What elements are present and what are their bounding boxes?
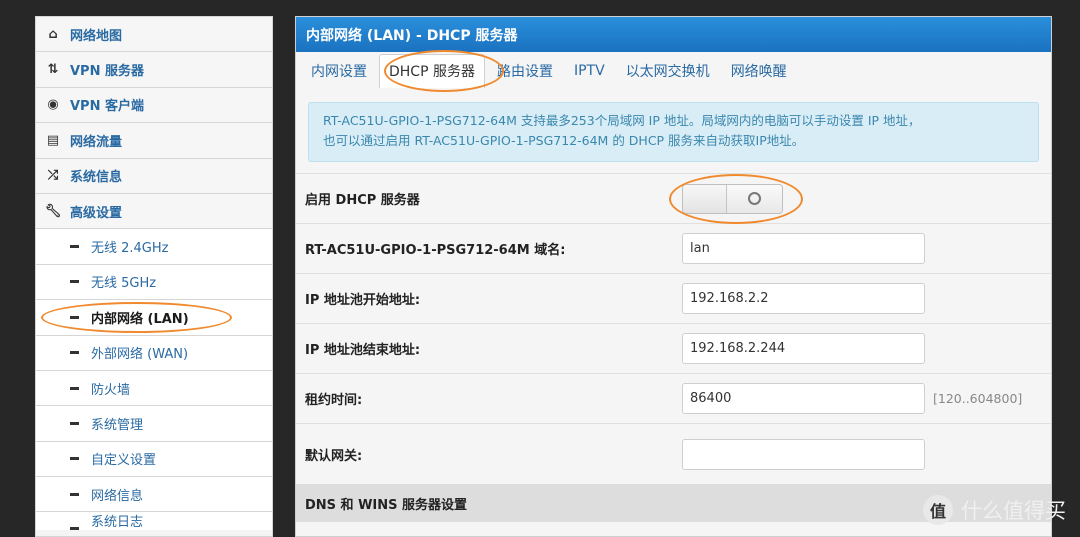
sidebar-sub-label: 无线 2.4GHz xyxy=(91,241,169,257)
sidebar-sub-firewall[interactable]: 防火墙 xyxy=(36,370,272,407)
sidebar-sub-label: 无线 5GHz xyxy=(91,276,157,292)
globe-icon: ◉ xyxy=(47,97,59,113)
sidebar-sub-lan[interactable]: 内部网络 (LAN) xyxy=(36,300,272,336)
sidebar-item-network-map[interactable]: ⌂ 网络地图 xyxy=(36,17,272,53)
pool-end-row: IP 地址池结束地址: xyxy=(296,323,1051,373)
tab-dhcp-server[interactable]: DHCP 服务器 xyxy=(379,53,485,88)
sidebar-sub-custom[interactable]: 自定义设置 xyxy=(36,441,272,478)
sidebar-sub-admin[interactable]: 系统管理 xyxy=(36,406,272,442)
dash-icon xyxy=(36,527,91,531)
sidebar-sub-label: 自定义设置 xyxy=(91,453,157,469)
domain-input[interactable] xyxy=(682,233,925,264)
sidebar-item-label: VPN 客户端 xyxy=(70,99,144,115)
gateway-input[interactable] xyxy=(682,438,925,470)
watermark-text: 什么值得买 xyxy=(961,499,1066,523)
sidebar-item-vpn-server[interactable]: ⇅ VPN 服务器 xyxy=(36,52,272,88)
lease-hint: [120..604800] xyxy=(933,391,1023,406)
pool-start-label: IP 地址池开始地址: xyxy=(305,293,421,308)
sidebar-item-vpn-client[interactable]: ◉ VPN 客户端 xyxy=(36,87,272,124)
dash-icon xyxy=(36,315,91,319)
dash-icon xyxy=(36,386,91,390)
sidebar-item-label: 高级设置 xyxy=(70,205,123,221)
dash-icon xyxy=(36,245,91,249)
shuffle-icon: ⤮ xyxy=(47,168,59,184)
pool-end-input[interactable] xyxy=(682,333,925,364)
storage-icon: ▤ xyxy=(46,132,60,148)
sidebar-sub-syslog[interactable]: 系统日志 xyxy=(36,512,272,531)
dhcp-enable-toggle[interactable] xyxy=(682,183,783,214)
sidebar-sub-label: 网络信息 xyxy=(91,488,144,504)
circle-icon xyxy=(748,192,761,205)
lease-row: 租约时间: [120..604800] xyxy=(296,373,1051,423)
sidebar-sub-netinfo[interactable]: 网络信息 xyxy=(36,477,272,513)
home-icon: ⌂ xyxy=(48,26,58,42)
tab-lan-settings[interactable]: 内网设置 xyxy=(302,54,376,88)
dash-icon xyxy=(36,457,91,461)
dash-icon xyxy=(36,351,91,355)
watermark-logo-icon: 值 xyxy=(923,495,953,525)
wrench-icon: 🔧︎ xyxy=(44,203,62,219)
sidebar-sub-wan[interactable]: 外部网络 (WAN) xyxy=(36,335,272,371)
sidebar-sub-label: 系统日志 xyxy=(91,515,144,531)
info-box: RT-AC51U-GPIO-1-PSG712-64M 支持最多253个局域网 I… xyxy=(308,102,1039,162)
panel-title: 内部网络 (LAN) - DHCP 服务器 xyxy=(296,17,1051,52)
tab-bar: 内网设置 DHCP 服务器 路由设置 IPTV 以太网交换机 网络唤醒 xyxy=(296,52,1051,89)
dhcp-enable-label: 启用 DHCP 服务器 xyxy=(305,193,420,208)
domain-label: RT-AC51U-GPIO-1-PSG712-64M 域名: xyxy=(305,243,566,258)
info-line: RT-AC51U-GPIO-1-PSG712-64M 支持最多253个局域网 I… xyxy=(323,113,921,128)
pool-end-label: IP 地址池结束地址: xyxy=(305,343,421,358)
sidebar-item-traffic[interactable]: ▤ 网络流量 xyxy=(36,123,272,159)
sidebar-item-label: 系统信息 xyxy=(70,170,123,186)
sidebar-item-label: 网络地图 xyxy=(70,28,123,44)
gateway-label: 默认网关: xyxy=(305,448,363,464)
sidebar-item-advanced[interactable]: 🔧︎ 高级设置 xyxy=(36,193,272,230)
main-panel: 内部网络 (LAN) - DHCP 服务器 内网设置 DHCP 服务器 路由设置… xyxy=(295,16,1052,537)
sidebar-sub-label: 内部网络 (LAN) xyxy=(91,311,189,327)
sidebar-item-label: 网络流量 xyxy=(70,134,123,150)
sidebar: ⌂ 网络地图 ⇅ VPN 服务器 ◉ VPN 客户端 ▤ 网络流量 ⤮ 系统信息… xyxy=(35,16,273,537)
gateway-row: 默认网关: xyxy=(296,423,1051,484)
sidebar-item-system-info[interactable]: ⤮ 系统信息 xyxy=(36,158,272,194)
sidebar-sub-wireless-5[interactable]: 无线 5GHz xyxy=(36,264,272,301)
lease-input[interactable] xyxy=(682,383,925,414)
tab-wake-on-lan[interactable]: 网络唤醒 xyxy=(722,54,796,88)
pool-start-row: IP 地址池开始地址: xyxy=(296,273,1051,323)
sidebar-item-label: VPN 服务器 xyxy=(70,64,144,80)
sidebar-sub-label: 防火墙 xyxy=(91,382,131,398)
tab-routing[interactable]: 路由设置 xyxy=(488,54,562,88)
exchange-icon: ⇅ xyxy=(47,62,59,78)
tab-ethernet-switch[interactable]: 以太网交换机 xyxy=(617,54,719,88)
dash-icon xyxy=(36,492,91,496)
dhcp-enable-row: 启用 DHCP 服务器 xyxy=(296,173,1051,223)
toggle-on-side xyxy=(727,184,782,213)
toggle-off-side xyxy=(683,184,727,213)
lease-label: 租约时间: xyxy=(305,393,363,408)
tab-iptv[interactable]: IPTV xyxy=(565,54,614,88)
domain-row: RT-AC51U-GPIO-1-PSG712-64M 域名: xyxy=(296,223,1051,273)
sidebar-sub-label: 系统管理 xyxy=(91,417,144,433)
sidebar-sub-wireless-24[interactable]: 无线 2.4GHz xyxy=(36,229,272,265)
sidebar-sub-label: 外部网络 (WAN) xyxy=(91,347,189,363)
info-line: 也可以通过启用 RT-AC51U-GPIO-1-PSG712-64M 的 DHC… xyxy=(323,133,805,148)
pool-start-input[interactable] xyxy=(682,283,925,314)
dash-icon xyxy=(36,280,91,284)
watermark: 值 什么值得买 xyxy=(923,495,1066,525)
dash-icon xyxy=(36,421,91,425)
